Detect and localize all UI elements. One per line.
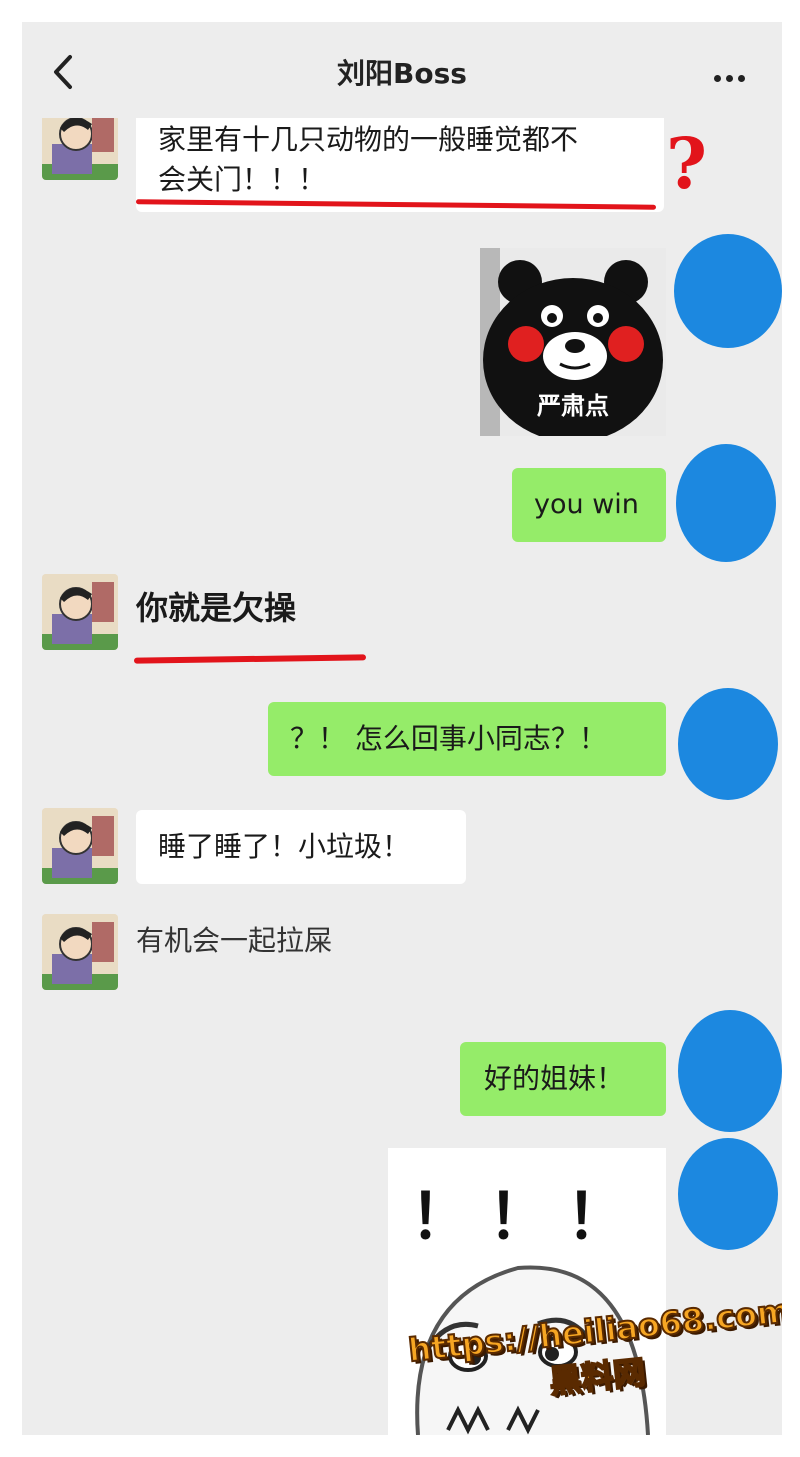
chat-title: 刘阳Boss: [337, 57, 467, 90]
message-text: 睡了睡了！小垃圾！: [158, 830, 411, 863]
contact-avatar[interactable]: [42, 808, 118, 884]
chat-header: 刘阳Boss: [22, 22, 782, 118]
message-bubble-incoming[interactable]: 你就是欠操: [136, 578, 296, 638]
red-question-mark: ?: [666, 122, 708, 205]
censored-avatar: [678, 1138, 778, 1250]
message-bubble-incoming[interactable]: 家里有十几只动物的一般睡觉都不 会关门！！！: [136, 110, 664, 212]
contact-avatar[interactable]: [42, 574, 118, 650]
message-text: 会关门！！！: [158, 163, 327, 196]
censored-avatar: [676, 444, 776, 562]
message-text: you win: [534, 489, 639, 520]
chat-screen: 刘阳Boss 家里有十几只动物的一般睡觉都不 会关门！！！ ? 严肃点 you …: [22, 22, 782, 1435]
message-bubble-incoming[interactable]: 睡了睡了！小垃圾！: [136, 810, 466, 884]
sticker-caption: 严肃点: [537, 392, 609, 420]
message-text: 你就是欠操: [136, 589, 297, 627]
message-text: 有机会一起拉屎: [136, 924, 333, 957]
censored-avatar: [678, 1010, 782, 1132]
message-bubble-outgoing[interactable]: 好的姐妹！: [460, 1042, 666, 1116]
message-bubble-incoming[interactable]: 有机会一起拉屎: [136, 912, 332, 970]
red-underline: [133, 654, 367, 664]
contact-avatar[interactable]: [42, 914, 118, 990]
more-options-icon[interactable]: [714, 67, 754, 82]
message-text: ？！ 怎么回事小同志？！: [290, 722, 607, 755]
message-text: 好的姐妹！: [484, 1062, 625, 1095]
censored-avatar: [674, 234, 782, 348]
message-bubble-outgoing[interactable]: ？！ 怎么回事小同志？！: [268, 702, 666, 776]
message-bubble-outgoing[interactable]: you win: [512, 468, 666, 542]
message-text: 家里有十几只动物的一般睡觉都不: [158, 123, 579, 156]
sticker-kumamon[interactable]: 严肃点: [480, 248, 666, 436]
censored-avatar: [678, 688, 778, 800]
